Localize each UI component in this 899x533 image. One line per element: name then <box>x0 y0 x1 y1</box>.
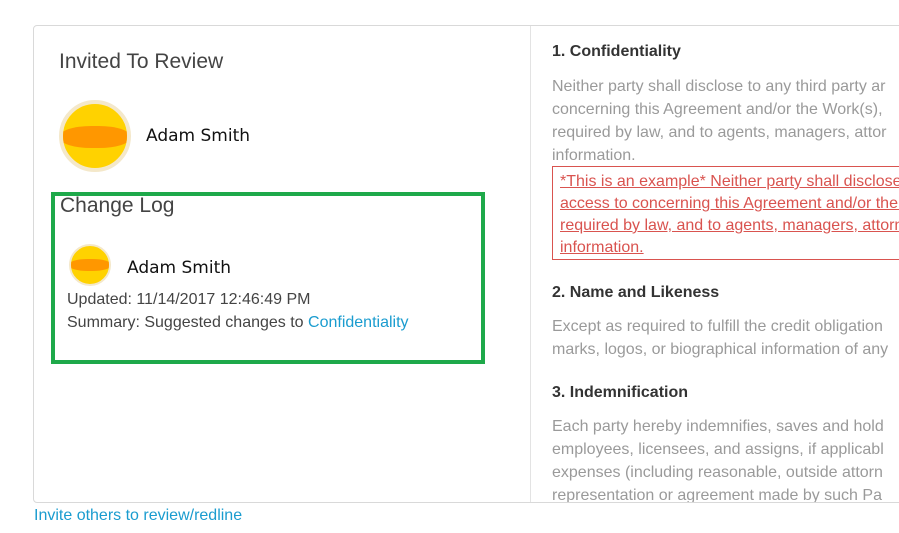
invite-others-link[interactable]: Invite others to review/redline <box>34 507 242 525</box>
review-panel: Invited To Review Adam Smith Change Log … <box>33 25 899 503</box>
change-log-updated: Updated: 11/14/2017 12:46:49 PM <box>67 291 311 308</box>
change-log-user: Adam Smith <box>69 244 231 286</box>
avatar <box>59 100 131 172</box>
document-content: 1. Confidentiality Neither party shall d… <box>552 26 899 502</box>
confidentiality-link[interactable]: Confidentiality <box>308 314 409 331</box>
reviewer-item: Adam Smith <box>59 100 250 172</box>
section-text-indemnification: Each party hereby indemnifies, saves and… <box>552 418 884 502</box>
section-heading-indemnification: 3. Indemnification <box>552 384 689 401</box>
section-heading-confidentiality: 1. Confidentiality <box>552 43 681 60</box>
change-log-title: Change Log <box>60 194 175 217</box>
suggested-change-box[interactable]: *This is an example* Neither party shall… <box>552 166 899 260</box>
panel-divider <box>530 26 531 502</box>
avatar <box>69 244 111 286</box>
review-sidebar: Invited To Review Adam Smith Change Log … <box>34 26 530 502</box>
change-log-user-name: Adam Smith <box>127 258 232 278</box>
section-heading-name-likeness: 2. Name and Likeness <box>552 284 720 301</box>
invited-to-review-title: Invited To Review <box>59 50 224 73</box>
suggested-change-text: *This is an example* Neither party shall… <box>560 173 899 256</box>
reviewer-name: Adam Smith <box>146 126 251 146</box>
section-text-name-likeness: Except as required to fulfill the credit… <box>552 318 889 358</box>
section-text-confidentiality: Neither party shall disclose to any thir… <box>552 78 887 164</box>
change-log-highlight: Change Log Adam Smith Updated: 11/14/201… <box>51 192 485 364</box>
change-log-summary: Summary: Suggested changes to Confidenti… <box>67 314 409 332</box>
summary-prefix: Summary: Suggested changes to <box>67 314 309 331</box>
